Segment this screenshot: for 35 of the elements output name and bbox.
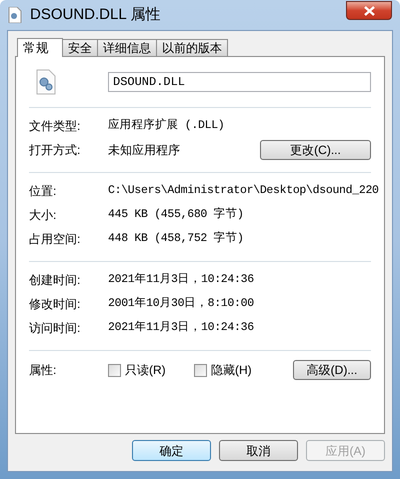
- checkbox[interactable]: [108, 364, 121, 376]
- gear-file-icon: [36, 69, 56, 95]
- checkbox[interactable]: [194, 364, 207, 376]
- field-label: 创建时间:: [29, 272, 82, 289]
- file-icon: [8, 7, 22, 23]
- dialog-button[interactable]: 取消: [219, 440, 298, 461]
- checkbox-label: 隐藏(H): [211, 362, 252, 379]
- push-button[interactable]: 高级(D)...: [293, 360, 371, 380]
- push-button[interactable]: 更改(C)...: [260, 140, 371, 160]
- window-title: DSOUND.DLL 属性: [30, 4, 160, 25]
- field-label: 打开方式:: [29, 142, 82, 159]
- field-value: 445 KB (455,680 字节): [108, 206, 244, 224]
- dialog-button[interactable]: 确定: [132, 440, 211, 461]
- field-label: 属性:: [29, 362, 58, 379]
- close-button[interactable]: [346, 1, 392, 20]
- tab[interactable]: 详细信息: [97, 39, 157, 56]
- field-value: C:\Users\Administrator\Desktop\dsound_220: [108, 183, 379, 200]
- field-label: 占用空间:: [29, 231, 82, 248]
- field-value: 2021年11月3日，10:24:36: [108, 320, 254, 336]
- field-value: 未知应用程序: [108, 142, 181, 159]
- field-value: 448 KB (458,752 字节): [108, 230, 244, 248]
- field-value: 2001年10月30日，8:10:00: [108, 296, 254, 312]
- field-label: 访问时间:: [29, 320, 82, 337]
- tab[interactable]: 常规: [17, 38, 63, 57]
- field-label: 修改时间:: [29, 296, 82, 313]
- field-label: 位置:: [29, 183, 58, 200]
- field-value: 2021年11月3日，10:24:36: [108, 272, 254, 288]
- field-label: 文件类型:: [29, 118, 82, 135]
- file-name-field[interactable]: DSOUND.DLL: [108, 72, 371, 92]
- field-label: 大小:: [29, 207, 58, 224]
- tab[interactable]: 安全: [62, 39, 98, 56]
- field-value: 应用程序扩展 (.DLL): [108, 117, 224, 134]
- checkbox-label: 只读(R): [125, 362, 166, 379]
- tab[interactable]: 以前的版本: [156, 39, 228, 56]
- close-icon: [364, 6, 374, 16]
